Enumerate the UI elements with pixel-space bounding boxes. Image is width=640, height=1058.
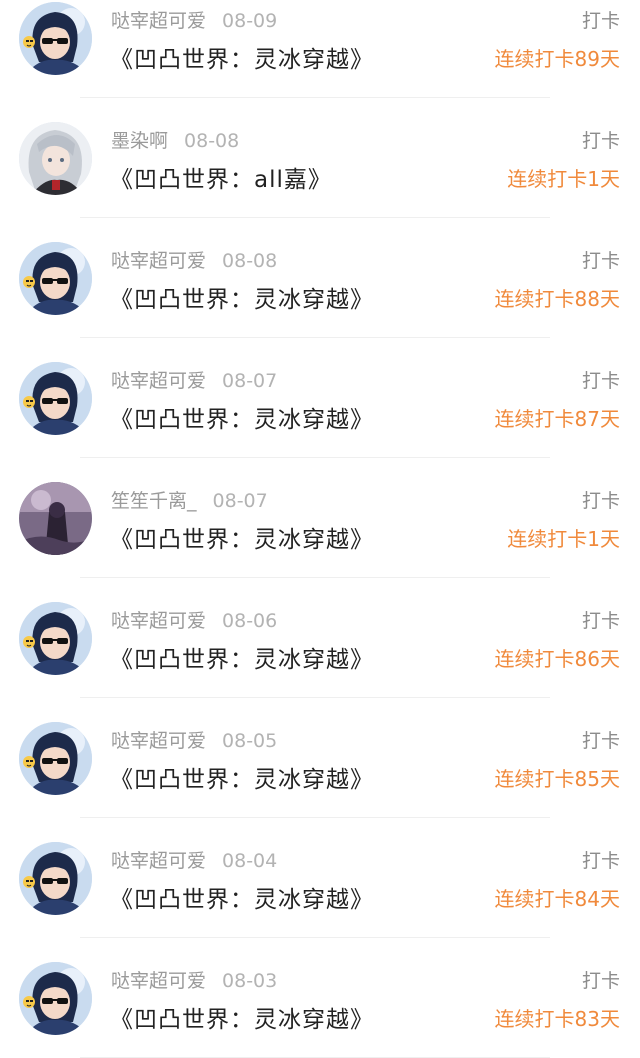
username[interactable]: 墨染啊	[111, 130, 168, 152]
post-date: 08-08	[184, 130, 240, 152]
list-item[interactable]: 哒宰超可爱 08-03 《凹凸世界：灵冰穿越》 打卡 连续打卡83天	[0, 938, 640, 1058]
streak-count: 连续打卡1天	[507, 167, 620, 191]
list-item[interactable]: 哒宰超可爱 08-05 《凹凸世界：灵冰穿越》 打卡 连续打卡85天	[0, 698, 640, 818]
post-meta: 哒宰超可爱 08-07	[111, 366, 277, 393]
checkin-tag: 打卡	[581, 970, 620, 992]
username[interactable]: 哒宰超可爱	[111, 850, 206, 872]
book-title[interactable]: 《凹凸世界：灵冰穿越》	[110, 1000, 374, 1034]
post-date: 08-07	[212, 490, 268, 512]
list-item[interactable]: 墨染啊 08-08 《凹凸世界：all嘉》 打卡 连续打卡1天	[0, 98, 640, 218]
list-item[interactable]: 哒宰超可爱 08-07 《凹凸世界：灵冰穿越》 打卡 连续打卡87天	[0, 338, 640, 458]
streak-count: 连续打卡1天	[507, 527, 620, 551]
checkin-tag: 打卡	[581, 610, 620, 632]
post-meta: 笙笙千离_ 08-07	[111, 486, 268, 513]
list-item[interactable]: 笙笙千离_ 08-07 《凹凸世界：灵冰穿越》 打卡 连续打卡1天	[0, 458, 640, 578]
post-date: 08-06	[222, 610, 278, 632]
post-date: 08-03	[222, 970, 278, 992]
username[interactable]: 哒宰超可爱	[111, 610, 206, 632]
post-meta: 哒宰超可爱 08-09	[111, 6, 277, 33]
book-title[interactable]: 《凹凸世界：灵冰穿越》	[110, 280, 374, 314]
streak-count: 连续打卡87天	[494, 407, 620, 431]
book-title[interactable]: 《凹凸世界：灵冰穿越》	[110, 40, 374, 74]
list-item[interactable]: 哒宰超可爱 08-06 《凹凸世界：灵冰穿越》 打卡 连续打卡86天	[0, 578, 640, 698]
post-meta: 哒宰超可爱 08-05	[111, 726, 277, 753]
post-date: 08-05	[222, 730, 278, 752]
post-date: 08-07	[222, 370, 278, 392]
checkin-tag: 打卡	[581, 730, 620, 752]
checkin-tag: 打卡	[581, 130, 620, 152]
streak-count: 连续打卡88天	[494, 287, 620, 311]
checkin-tag: 打卡	[581, 370, 620, 392]
avatar[interactable]	[19, 242, 92, 315]
checkin-feed: 哒宰超可爱 08-09 《凹凸世界：灵冰穿越》 打卡 连续打卡89天 墨染啊 08-…	[0, 0, 640, 1058]
post-date: 08-08	[222, 250, 278, 272]
checkin-tag: 打卡	[581, 850, 620, 872]
book-title[interactable]: 《凹凸世界：灵冰穿越》	[110, 640, 374, 674]
streak-count: 连续打卡86天	[494, 647, 620, 671]
book-title[interactable]: 《凹凸世界：灵冰穿越》	[110, 880, 374, 914]
avatar[interactable]	[19, 122, 92, 195]
avatar[interactable]	[19, 722, 92, 795]
streak-count: 连续打卡85天	[494, 767, 620, 791]
avatar[interactable]	[19, 602, 92, 675]
checkin-tag: 打卡	[581, 250, 620, 272]
username[interactable]: 哒宰超可爱	[111, 730, 206, 752]
avatar[interactable]	[19, 842, 92, 915]
username[interactable]: 哒宰超可爱	[111, 250, 206, 272]
avatar[interactable]	[19, 962, 92, 1035]
post-date: 08-09	[222, 10, 278, 32]
streak-count: 连续打卡89天	[494, 47, 620, 71]
avatar[interactable]	[19, 2, 92, 75]
book-title[interactable]: 《凹凸世界：灵冰穿越》	[110, 760, 374, 794]
post-date: 08-04	[222, 850, 278, 872]
list-item[interactable]: 哒宰超可爱 08-08 《凹凸世界：灵冰穿越》 打卡 连续打卡88天	[0, 218, 640, 338]
avatar[interactable]	[19, 362, 92, 435]
username[interactable]: 哒宰超可爱	[111, 370, 206, 392]
list-item[interactable]: 哒宰超可爱 08-09 《凹凸世界：灵冰穿越》 打卡 连续打卡89天	[0, 0, 640, 98]
username[interactable]: 哒宰超可爱	[111, 970, 206, 992]
streak-count: 连续打卡83天	[494, 1007, 620, 1031]
streak-count: 连续打卡84天	[494, 887, 620, 911]
post-meta: 墨染啊 08-08	[111, 126, 239, 153]
post-meta: 哒宰超可爱 08-06	[111, 606, 277, 633]
book-title[interactable]: 《凹凸世界：灵冰穿越》	[110, 520, 374, 554]
post-meta: 哒宰超可爱 08-04	[111, 846, 277, 873]
list-item[interactable]: 哒宰超可爱 08-04 《凹凸世界：灵冰穿越》 打卡 连续打卡84天	[0, 818, 640, 938]
avatar[interactable]	[19, 482, 92, 555]
username[interactable]: 笙笙千离_	[111, 490, 197, 512]
post-meta: 哒宰超可爱 08-08	[111, 246, 277, 273]
username[interactable]: 哒宰超可爱	[111, 10, 206, 32]
book-title[interactable]: 《凹凸世界：灵冰穿越》	[110, 400, 374, 434]
checkin-tag: 打卡	[581, 490, 620, 512]
post-meta: 哒宰超可爱 08-03	[111, 966, 277, 993]
checkin-tag: 打卡	[581, 10, 620, 32]
book-title[interactable]: 《凹凸世界：all嘉》	[110, 160, 332, 194]
